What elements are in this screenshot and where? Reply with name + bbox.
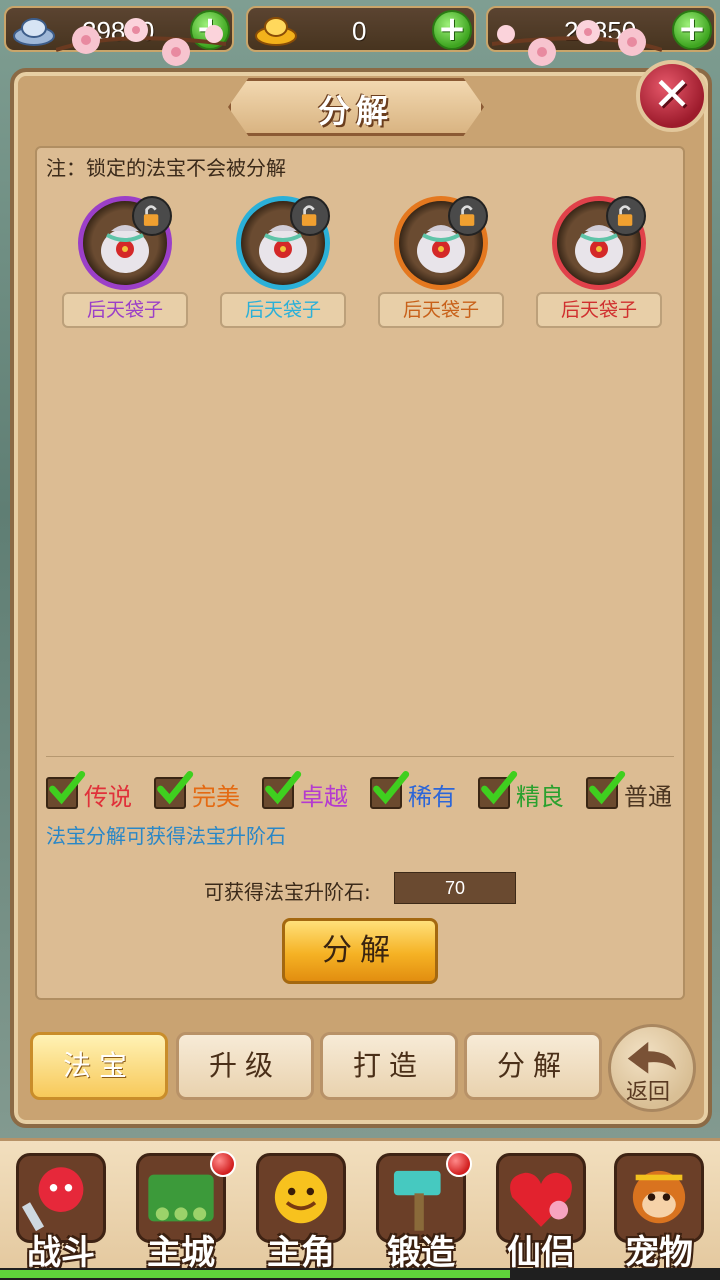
item-name: 后天袋子 — [378, 292, 504, 328]
lock-icon[interactable] — [606, 196, 646, 236]
blossom-left-decoration — [56, 18, 226, 66]
checkbox[interactable] — [586, 771, 626, 809]
check-icon — [589, 771, 626, 805]
tab-decompose[interactable]: 分解 — [464, 1032, 602, 1100]
nav-main-city[interactable]: 主城 — [122, 1147, 240, 1273]
nav-label: 主角 — [267, 1233, 335, 1273]
nav-label: 宠物 — [625, 1233, 693, 1273]
filter-label: 精良 — [516, 783, 564, 811]
check-icon — [265, 771, 302, 805]
item-name: 后天袋子 — [536, 292, 662, 328]
filter-label: 卓越 — [300, 783, 348, 811]
nav-label: 锻造 — [387, 1233, 455, 1273]
add-gold-button[interactable]: + — [432, 10, 472, 50]
gain-value: 70 — [394, 872, 516, 904]
add-third-currency-button[interactable]: + — [672, 10, 712, 50]
notification-dot — [210, 1151, 236, 1177]
lock-note: 注：锁定的法宝不会被分解 — [46, 156, 286, 180]
silver-ingot-icon — [13, 18, 55, 46]
gold-ingot-icon — [255, 17, 297, 46]
tab-treasure[interactable]: 法宝 — [30, 1032, 168, 1100]
check-icon — [49, 771, 86, 805]
nav-forge[interactable]: 锻造 — [362, 1147, 480, 1273]
nav-label: 仙侣 — [507, 1233, 575, 1273]
decompose-hint: 法宝分解可获得法宝升阶石 — [46, 824, 286, 848]
nav-label: 战斗 — [27, 1233, 95, 1273]
lock-icon[interactable] — [290, 196, 330, 236]
item-name: 后天袋子 — [62, 292, 188, 328]
treasure-item[interactable]: 后天袋子 — [534, 196, 664, 336]
nav-label: 主城 — [147, 1233, 215, 1273]
checkbox[interactable] — [370, 771, 410, 809]
check-icon — [481, 771, 518, 805]
nav-companion[interactable]: 仙侣 — [482, 1147, 600, 1273]
tab-forge[interactable]: 打造 — [320, 1032, 458, 1100]
treasure-item[interactable]: 后天袋子 — [218, 196, 348, 336]
lock-icon[interactable] — [448, 196, 488, 236]
bottom-nav: 战斗 主城 主角 锻造 仙侣 宠物 — [0, 1138, 720, 1280]
check-icon — [157, 771, 194, 805]
nav-pet[interactable]: 宠物 — [600, 1147, 718, 1273]
blossom-right-decoration — [492, 20, 662, 66]
treasure-item[interactable]: 后天袋子 — [376, 196, 506, 336]
gold-currency: 0 + — [246, 6, 476, 52]
filter-label: 稀有 — [408, 783, 456, 811]
filter-label: 传说 — [84, 783, 132, 811]
gain-label: 可获得法宝升阶石: — [204, 880, 371, 904]
check-icon — [373, 771, 410, 805]
bottom-progress-strip — [0, 1268, 720, 1280]
notification-dot — [446, 1151, 472, 1177]
lock-icon[interactable] — [132, 196, 172, 236]
panel-title: 分解 — [317, 92, 394, 130]
progress-fill — [0, 1270, 510, 1278]
checkbox[interactable] — [262, 771, 302, 809]
filter-label: 完美 — [192, 783, 240, 811]
checkbox[interactable] — [154, 771, 194, 809]
checkbox[interactable] — [478, 771, 518, 809]
back-label: 返回 — [626, 1080, 671, 1105]
gold-amount: 0 — [352, 16, 367, 46]
treasure-item[interactable]: 后天袋子 — [60, 196, 190, 336]
filter-label: 普通 — [624, 783, 672, 811]
close-icon: ✕ — [652, 67, 692, 121]
nav-hero[interactable]: 主角 — [242, 1147, 360, 1273]
nav-battle[interactable]: 战斗 — [2, 1147, 120, 1273]
checkbox[interactable] — [46, 771, 86, 809]
divider — [46, 756, 674, 757]
item-name: 后天袋子 — [220, 292, 346, 328]
decompose-button[interactable]: 分解 — [282, 918, 438, 984]
close-button[interactable]: ✕ — [636, 60, 708, 132]
tab-upgrade[interactable]: 升级 — [176, 1032, 314, 1100]
